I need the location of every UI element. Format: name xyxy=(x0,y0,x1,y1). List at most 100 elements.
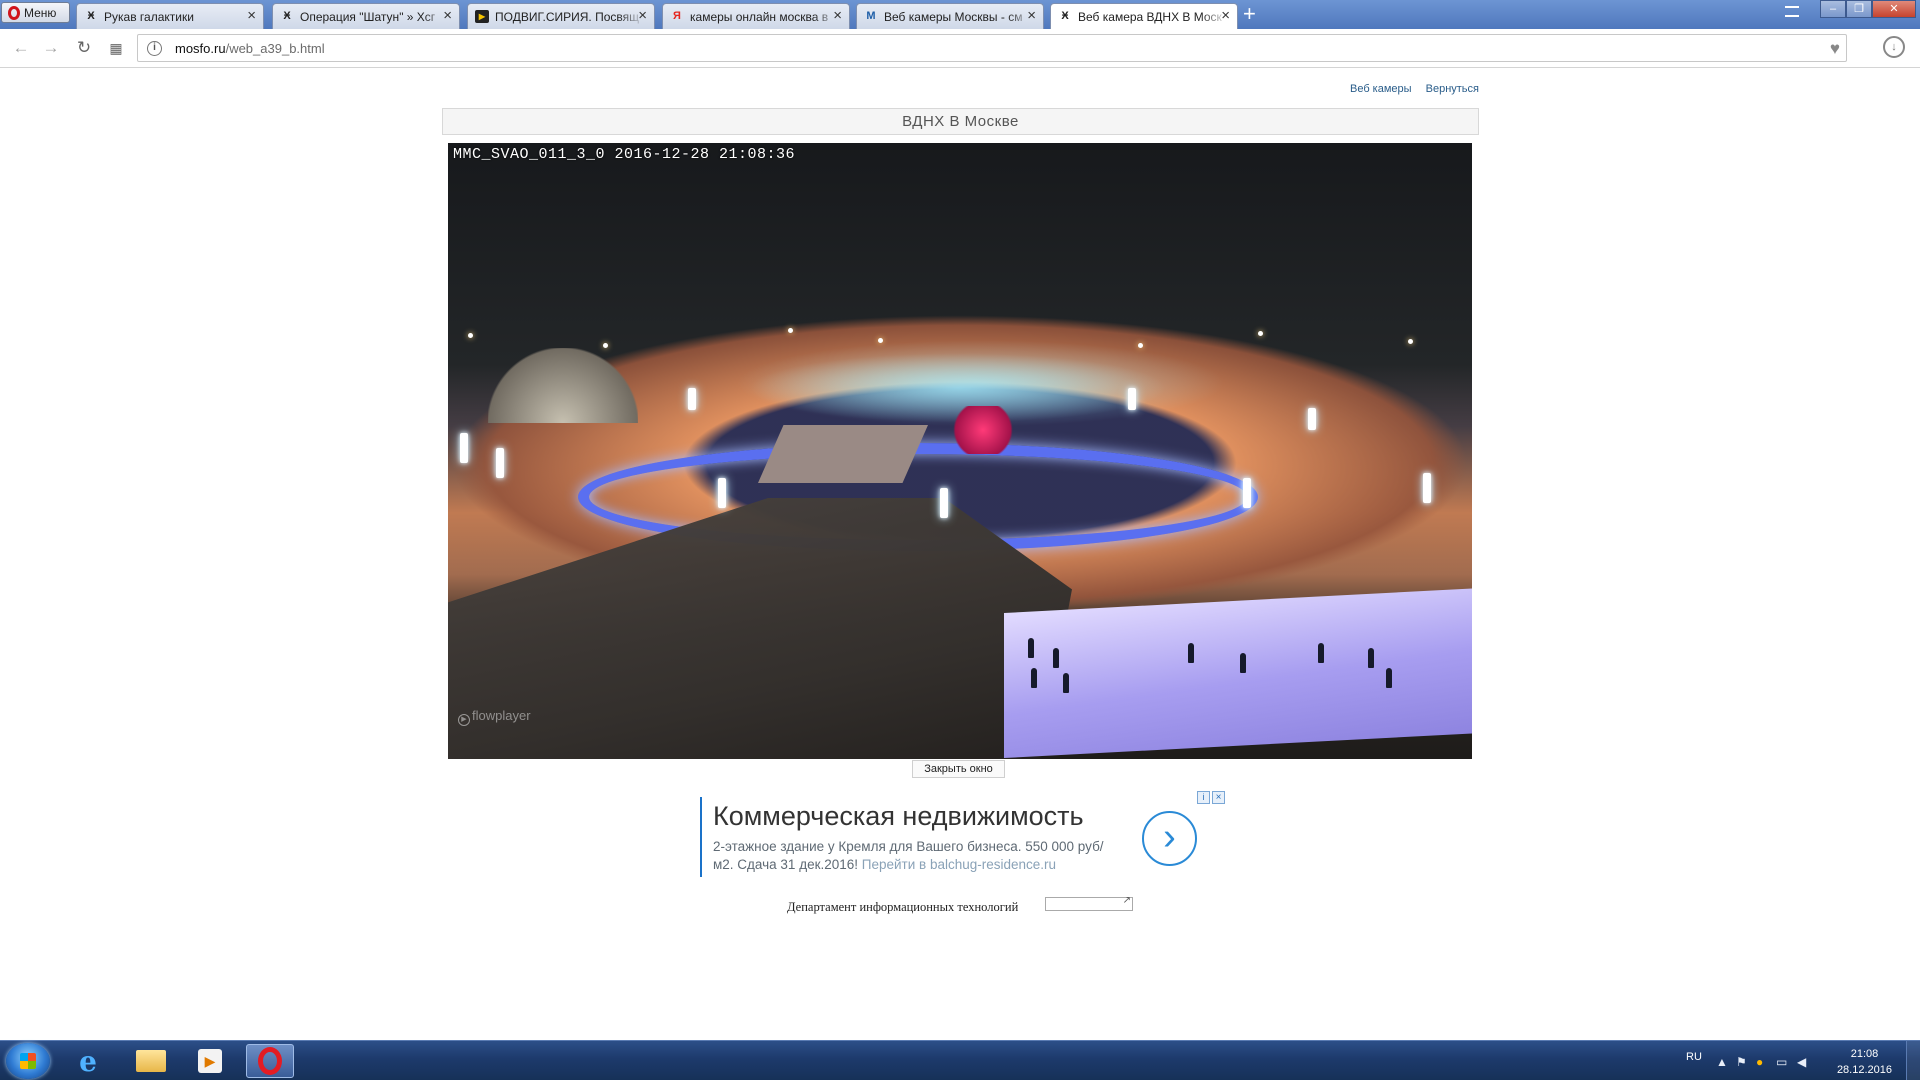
media-player-icon: ▶ xyxy=(198,1049,222,1073)
system-tray: RU ▲ ⚑ ● ▭ ◀ 21:08 28.12.2016 xyxy=(1680,1041,1920,1080)
skater xyxy=(1188,643,1194,663)
ad-body: 2-этажное здание у Кремля для Вашего биз… xyxy=(713,838,1113,874)
lamp-post xyxy=(718,478,726,508)
tab-close-icon[interactable]: × xyxy=(1027,7,1036,24)
pavilion-building xyxy=(488,348,638,423)
close-window-icon[interactable]: ✕ xyxy=(1872,0,1916,18)
skater xyxy=(1031,668,1037,688)
taskbar-opera[interactable] xyxy=(246,1044,294,1078)
light-point xyxy=(1258,331,1263,336)
tab-close-icon[interactable]: × xyxy=(443,7,452,24)
lamp-post xyxy=(940,488,948,518)
close-window-button[interactable]: Закрыть окно xyxy=(912,760,1005,778)
lamp-post xyxy=(460,433,468,463)
tab-favicon-icon: Ӿ xyxy=(283,10,291,22)
speed-dial-icon[interactable]: ▦ xyxy=(106,40,126,57)
tab-title: камеры онлайн москва в xyxy=(690,10,829,24)
tab-favicon-icon: ▶ xyxy=(475,10,489,23)
taskbar: e ▶ RU ▲ ⚑ ● ▭ ◀ 21:08 28.12.2016 xyxy=(0,1040,1920,1080)
maximize-icon[interactable]: ❐ xyxy=(1846,0,1872,18)
start-button[interactable] xyxy=(6,1043,50,1079)
action-center-flag-icon[interactable]: ⚑ xyxy=(1736,1055,1747,1069)
show-hidden-icons-icon[interactable]: ▲ xyxy=(1716,1055,1728,1069)
ad-close-icon[interactable]: × xyxy=(1212,791,1225,804)
christmas-tree xyxy=(948,406,1018,454)
tab-5[interactable]: M Веб камеры Москвы - см × xyxy=(856,3,1044,29)
tab-title: Веб камера ВДНХ В Моск xyxy=(1078,10,1222,24)
url-host: mosfo.ru xyxy=(175,41,226,56)
counter-widget[interactable]: ↗ xyxy=(1045,895,1133,911)
site-info-icon[interactable]: i xyxy=(147,41,162,56)
menu-label: Меню xyxy=(24,5,57,20)
back-link[interactable]: Вернуться xyxy=(1426,83,1479,95)
network-icon[interactable]: ▭ xyxy=(1776,1055,1787,1069)
opera-icon xyxy=(258,1047,282,1075)
opera-menu-button[interactable]: Меню xyxy=(1,2,70,23)
light-point xyxy=(1408,339,1413,344)
clock-time: 21:08 xyxy=(1850,1048,1879,1060)
window-controls: – ❐ ✕ xyxy=(1820,0,1916,18)
tab-title: ПОДВИГ.СИРИЯ. Посвящ xyxy=(495,10,639,24)
kiosk-roof xyxy=(758,425,928,483)
lamp-post xyxy=(1423,473,1431,503)
lamp-post xyxy=(688,388,696,410)
flowplayer-label: flowplayer xyxy=(472,708,531,723)
lamp-post xyxy=(1243,478,1251,508)
show-desktop-button[interactable] xyxy=(1906,1041,1920,1080)
tab-3[interactable]: ▶ ПОДВИГ.СИРИЯ. Посвящ × xyxy=(467,3,655,29)
tab-title: Веб камеры Москвы - см xyxy=(884,10,1023,24)
tab-close-icon[interactable]: × xyxy=(638,7,647,24)
tab-4[interactable]: Я камеры онлайн москва в × xyxy=(662,3,850,29)
camera-timestamp-overlay: MMC_SVAO_011_3_0 2016-12-28 21:08:36 xyxy=(453,146,796,163)
taskbar-media-player[interactable]: ▶ xyxy=(186,1044,234,1078)
tab-favicon-icon: Я xyxy=(673,10,681,22)
footer-department: Департамент информационных технологий xyxy=(787,900,1019,914)
lamp-post xyxy=(1128,388,1136,410)
skater xyxy=(1318,643,1324,663)
download-icon[interactable]: ↓ xyxy=(1883,36,1905,58)
ad-chevron-right-icon[interactable]: › xyxy=(1142,811,1197,866)
tab-menu-icon[interactable] xyxy=(1785,6,1799,17)
folder-icon xyxy=(136,1050,166,1072)
tab-close-icon[interactable]: × xyxy=(1221,7,1230,24)
forward-icon[interactable]: → xyxy=(41,38,61,58)
ad-info-icon[interactable]: i xyxy=(1197,791,1210,804)
lamp-post xyxy=(1308,408,1316,430)
tab-strip: Меню Ӿ Рукав галактики × Ӿ Операция "Шат… xyxy=(0,0,1920,30)
skater xyxy=(1053,648,1059,668)
tray-app-icon[interactable]: ● xyxy=(1756,1055,1763,1069)
ice-surface xyxy=(1004,588,1472,758)
new-tab-button[interactable]: + xyxy=(1243,2,1256,26)
ad-accent-bar xyxy=(700,797,702,877)
tab-title: Рукав галактики xyxy=(104,10,194,24)
tab-1[interactable]: Ӿ Рукав галактики × xyxy=(76,3,264,29)
clock-date: 28.12.2016 xyxy=(1836,1064,1892,1076)
tab-close-icon[interactable]: × xyxy=(833,7,842,24)
flowplayer-watermark: ▶ flowplayer xyxy=(458,708,531,726)
taskbar-explorer[interactable] xyxy=(127,1044,175,1078)
heart-icon[interactable]: ♥ xyxy=(1830,39,1840,59)
windows-logo-icon xyxy=(20,1053,36,1069)
back-icon[interactable]: ← xyxy=(11,38,31,58)
ad-title[interactable]: Коммерческая недвижимость xyxy=(713,801,1084,832)
address-bar[interactable]: i mosfo.ru/web_a39_b.html ♥ xyxy=(137,34,1847,62)
url-text[interactable]: mosfo.ru/web_a39_b.html xyxy=(175,41,325,56)
lamp-post xyxy=(496,448,504,478)
top-links: Веб камеры Вернуться xyxy=(1339,83,1479,95)
webcam-video-player[interactable]: MMC_SVAO_011_3_0 2016-12-28 21:08:36 ▶ fl… xyxy=(448,143,1472,759)
light-point xyxy=(788,328,793,333)
minimize-icon[interactable]: – xyxy=(1820,0,1846,18)
ad-block[interactable]: Коммерческая недвижимость 2-этажное здан… xyxy=(700,791,1230,879)
volume-icon[interactable]: ◀ xyxy=(1797,1055,1806,1069)
webcams-link[interactable]: Веб камеры xyxy=(1350,83,1412,95)
url-path: /web_a39_b.html xyxy=(225,41,325,56)
clock[interactable]: 21:08 28.12.2016 xyxy=(1837,1046,1892,1078)
light-point xyxy=(603,343,608,348)
tab-2[interactable]: Ӿ Операция "Шатун" » Хсг × xyxy=(272,3,460,29)
language-indicator[interactable]: RU xyxy=(1686,1051,1702,1063)
ad-link[interactable]: Перейти в balchug-residence.ru xyxy=(862,857,1056,872)
tab-close-icon[interactable]: × xyxy=(247,7,256,24)
tab-6-active[interactable]: Ӿ Веб камера ВДНХ В Моск × xyxy=(1050,3,1238,30)
taskbar-ie[interactable]: e xyxy=(64,1044,112,1078)
reload-icon[interactable]: ↻ xyxy=(74,38,94,58)
